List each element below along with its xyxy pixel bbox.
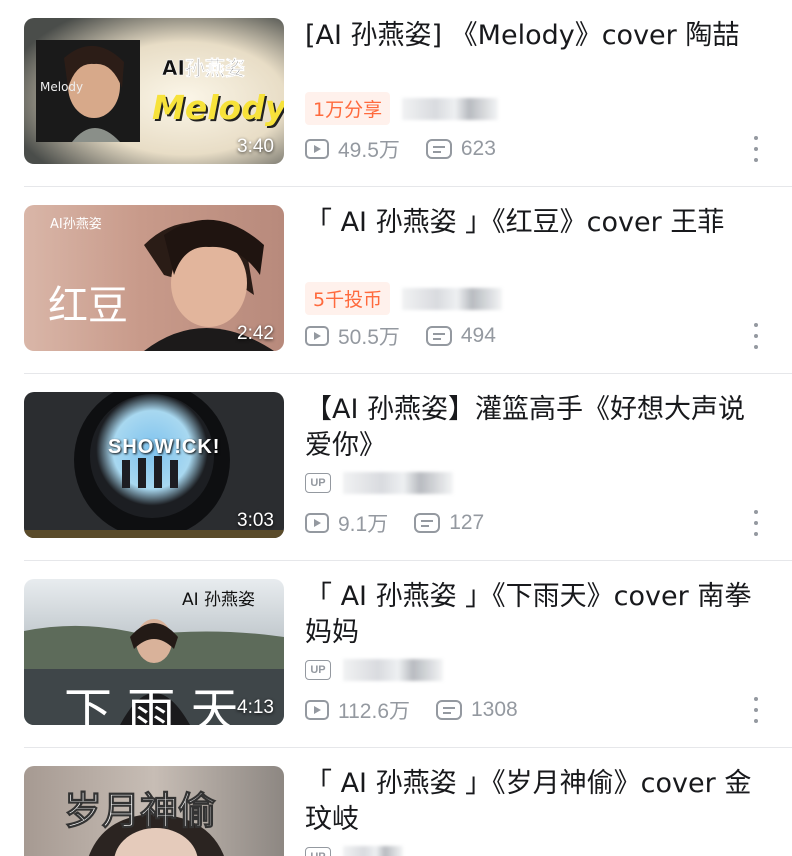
view-count-value: 50.5万 [338,326,400,349]
video-card[interactable]: AI孙燕姿 红豆 2:42 「 AI 孙燕姿 」《红豆》cover 王菲 5千投… [0,187,792,374]
view-count-value: 9.1万 [338,513,389,536]
play-count-icon [305,139,329,159]
thumbnail-title-text: AI孙燕姿 [162,56,245,81]
view-count: 50.5万 [305,321,400,351]
popularity-badge: 1万分享 [305,92,391,125]
comment-count-value: 127 [449,511,485,534]
video-card[interactable]: SHOW!CK! 3:03 【AI 孙燕姿】灌篮高手《好想大声说爱你》 UP 9… [0,374,792,561]
comment-count: 1308 [436,698,518,722]
view-count-value: 49.5万 [338,139,400,162]
video-duration: 3:40 [237,136,274,157]
video-stats: 112.6万 1308 [305,695,544,725]
video-duration: 3:03 [237,510,274,531]
comment-count-icon [425,139,452,159]
play-count-icon [305,326,329,346]
video-card[interactable]: 岁月神偷 「 AI 孙燕姿 」《岁月神偷》cover 金玟岐 UP [0,748,792,856]
thumbnail-album-text: Melody [40,80,84,94]
comment-count: 623 [425,137,496,161]
uploader-name-blurred[interactable] [343,846,403,856]
video-stats: 9.1万 127 [305,508,510,538]
thumbnail-song-text: 红豆 [48,283,128,329]
comment-count-icon [414,513,441,533]
video-card[interactable]: AI 孙燕姿 下 雨 天 4:13 「 AI 孙燕姿 」《下雨天》cover 南… [0,561,792,748]
video-thumbnail[interactable]: AI 孙燕姿 下 雨 天 4:13 [24,579,284,725]
video-stats: 50.5万 494 [305,321,522,351]
thumbnail-logo-text: SHOW!CK! [108,436,221,458]
video-meta-row: UP [305,659,443,681]
video-stats: 49.5万 623 [305,134,522,164]
video-thumbnail[interactable]: AI孙燕姿 Melody Melody 3:40 [24,18,284,164]
video-duration: 4:13 [237,697,274,718]
more-options-icon[interactable] [750,136,762,162]
video-title[interactable]: [AI 孙燕姿] 《Melody》cover 陶喆 [305,18,770,54]
comment-count-value: 1308 [471,698,518,721]
video-thumbnail[interactable]: 岁月神偷 [24,766,284,856]
thumbnail-song-text: Melody [152,88,284,127]
video-meta-row: UP [305,846,403,856]
uploader-icon: UP [305,847,331,856]
comment-count-icon [436,700,462,720]
video-feed: AI孙燕姿 Melody Melody 3:40 [AI 孙燕姿] 《Melod… [0,0,792,856]
comment-count-value: 623 [460,137,496,160]
thumbnail-title-text: AI孙燕姿 [50,217,102,232]
thumbnail-song-text: 岁月神偷 [63,789,217,834]
video-thumbnail[interactable]: AI孙燕姿 红豆 2:42 [24,205,284,351]
uploader-icon: UP [305,660,331,680]
video-meta-row: 1万分享 [305,92,499,125]
view-count: 9.1万 [305,508,388,538]
uploader-name-blurred[interactable] [402,287,503,310]
uploader-icon: UP [305,473,331,493]
uploader-name-blurred[interactable] [402,97,499,120]
video-meta-row: 5千投币 [305,282,503,315]
video-title[interactable]: 「 AI 孙燕姿 」《下雨天》cover 南拳妈妈 [305,579,770,651]
more-options-icon[interactable] [750,697,762,723]
view-count-value: 112.6万 [338,700,410,723]
video-title[interactable]: 「 AI 孙燕姿 」《红豆》cover 王菲 [305,205,770,241]
video-duration: 2:42 [237,323,274,344]
video-title[interactable]: 「 AI 孙燕姿 」《岁月神偷》cover 金玟岐 [305,766,770,838]
more-options-icon[interactable] [750,323,762,349]
play-count-icon [305,700,329,720]
video-thumbnail[interactable]: SHOW!CK! 3:03 [24,392,284,538]
comment-count: 494 [425,324,496,348]
thumbnail-title-text: AI 孙燕姿 [182,590,256,610]
play-count-icon [305,513,329,533]
view-count: 112.6万 [305,695,410,725]
video-meta-row: UP [305,472,453,494]
more-options-icon[interactable] [750,510,762,536]
uploader-name-blurred[interactable] [343,659,443,681]
popularity-badge: 5千投币 [305,282,391,315]
thumbnail-song-text: 下 雨 天 [64,683,239,725]
comment-count-value: 494 [460,324,496,347]
uploader-name-blurred[interactable] [343,472,453,494]
view-count: 49.5万 [305,134,400,164]
video-title[interactable]: 【AI 孙燕姿】灌篮高手《好想大声说爱你》 [305,392,770,464]
video-card[interactable]: AI孙燕姿 Melody Melody 3:40 [AI 孙燕姿] 《Melod… [0,0,792,187]
comment-count: 127 [414,511,484,535]
comment-count-icon [425,326,452,346]
